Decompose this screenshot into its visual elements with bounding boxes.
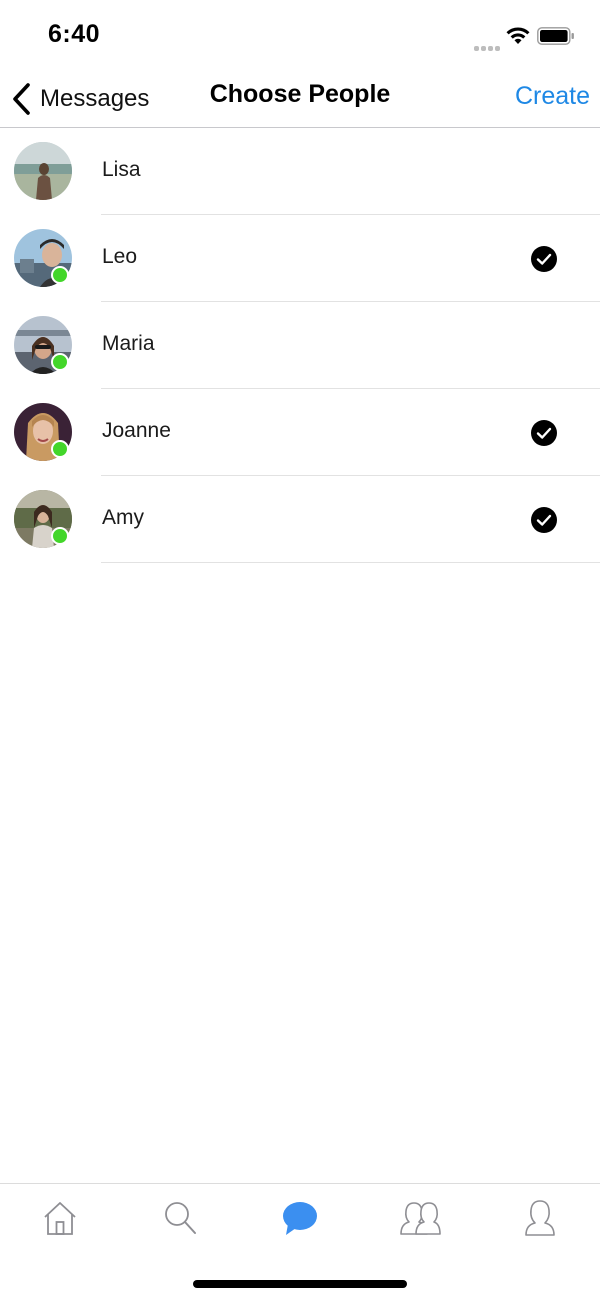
person-name: Lisa xyxy=(102,158,141,181)
chat-bubble-icon xyxy=(283,1202,317,1235)
status-time: 6:40 xyxy=(48,20,101,48)
person-row-joanne[interactable]: Joanne xyxy=(0,389,600,476)
selected-check-icon xyxy=(531,420,557,446)
cellular-signal-icon xyxy=(474,38,502,51)
person-name: Leo xyxy=(102,245,138,268)
person-name: Joanne xyxy=(102,419,171,442)
battery-icon xyxy=(537,27,575,45)
page-title-text: Choose People xyxy=(209,80,391,108)
person-name: Maria xyxy=(102,332,155,355)
tab-profile[interactable] xyxy=(518,1198,562,1238)
search-icon xyxy=(165,1202,196,1234)
online-status-dot xyxy=(51,353,69,371)
online-status-dot xyxy=(51,266,69,284)
tab-home[interactable] xyxy=(38,1198,82,1238)
tab-friends[interactable] xyxy=(398,1198,442,1238)
navigation-bar: Messages Choose People Create xyxy=(0,70,600,128)
create-button[interactable]: Create xyxy=(515,82,590,111)
online-status-dot xyxy=(51,440,69,458)
person-row-lisa[interactable]: Lisa xyxy=(0,128,600,215)
selected-check-icon xyxy=(531,507,557,533)
home-indicator xyxy=(193,1280,407,1288)
person-name: Amy xyxy=(102,506,144,529)
back-button-label: Messages xyxy=(40,85,150,112)
wifi-icon xyxy=(505,24,531,46)
profile-icon xyxy=(525,1200,555,1236)
back-button[interactable]: Messages xyxy=(10,78,149,120)
status-bar: 6:40 xyxy=(0,0,600,70)
chevron-left-icon xyxy=(13,83,30,115)
divider xyxy=(101,562,600,563)
person-row-maria[interactable]: Maria xyxy=(0,302,600,389)
tab-search[interactable] xyxy=(158,1198,202,1238)
online-status-dot xyxy=(51,527,69,545)
avatar xyxy=(14,142,72,200)
person-row-amy[interactable]: Amy xyxy=(0,476,600,563)
home-icon xyxy=(44,1202,76,1235)
tab-messages[interactable] xyxy=(278,1198,322,1238)
person-row-leo[interactable]: Leo xyxy=(0,215,600,302)
selected-check-icon xyxy=(531,246,557,272)
friends-icon xyxy=(400,1202,441,1235)
people-list: Lisa Leo Maria Joanne Amy xyxy=(0,128,600,563)
